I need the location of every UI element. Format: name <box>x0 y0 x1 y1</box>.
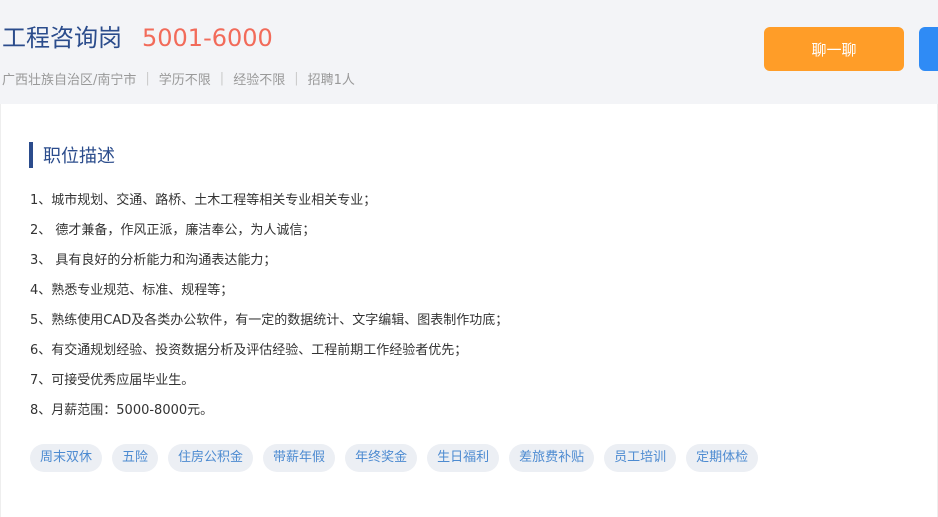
description-item: 4、熟悉专业规范、标准、规程等； <box>30 283 234 298</box>
job-content: 职位描述 1、城市规划、交通、路桥、土木工程等相关专业相关专业； 2、 德才兼备… <box>0 104 938 517</box>
meta-divider: | <box>145 70 150 86</box>
description-item: 6、有交通规划经验、投资数据分析及评估经验、工程前期工作经验者优先； <box>30 343 468 358</box>
meta-divider: | <box>294 70 299 86</box>
job-detail-page: 工程咨询岗 5001-6000 广西壮族自治区/南宁市 | 学历不限 | 经验不… <box>0 0 938 517</box>
description-item: 8、月薪范围：5000-8000元。 <box>30 403 214 418</box>
description-item: 1、城市规划、交通、路桥、土木工程等相关专业相关专业； <box>30 193 377 208</box>
job-location: 广西壮族自治区/南宁市 <box>2 72 137 88</box>
benefit-tag: 生日福利 <box>427 444 500 472</box>
description-item: 2、 德才兼备，作风正派，廉洁奉公，为人诚信； <box>30 223 316 238</box>
job-title: 工程咨询岗 <box>2 24 122 52</box>
description-list: 1、城市规划、交通、路桥、土木工程等相关专业相关专业； 2、 德才兼备，作风正派… <box>30 186 910 426</box>
job-education: 学历不限 <box>158 72 211 88</box>
benefit-tag: 年终奖金 <box>345 444 418 472</box>
benefit-tag: 住房公积金 <box>168 444 254 472</box>
description-item: 3、 具有良好的分析能力和沟通表达能力； <box>30 253 277 268</box>
section-header: 职位描述 <box>29 142 115 168</box>
benefit-tag: 带薪年假 <box>263 444 336 472</box>
description-item: 5、熟练使用CAD及各类办公软件，有一定的数据统计、文字编辑、图表制作功底； <box>30 313 509 328</box>
section-accent-bar <box>29 142 33 168</box>
job-headcount: 招聘1人 <box>307 72 355 88</box>
job-experience: 经验不限 <box>233 72 286 88</box>
meta-divider: | <box>219 70 225 86</box>
description-item: 7、可接受优秀应届毕业生。 <box>30 373 195 388</box>
job-header: 工程咨询岗 5001-6000 广西壮族自治区/南宁市 | 学历不限 | 经验不… <box>0 0 938 104</box>
benefit-tag: 定期体检 <box>686 444 759 472</box>
benefit-tag: 五险 <box>112 444 159 472</box>
salary-range: 5001-6000 <box>142 24 273 52</box>
apply-button[interactable] <box>919 27 938 71</box>
benefit-tag: 员工培训 <box>604 444 677 472</box>
benefit-tag: 周末双休 <box>30 444 103 472</box>
benefit-tags: 周末双休 五险 住房公积金 带薪年假 年终奖金 生日福利 差旅费补贴 员工培训 … <box>30 444 759 472</box>
benefit-tag: 差旅费补贴 <box>509 444 595 472</box>
section-title: 职位描述 <box>43 146 115 167</box>
job-meta: 广西壮族自治区/南宁市 | 学历不限 | 经验不限 | 招聘1人 <box>2 66 355 90</box>
chat-button[interactable]: 聊一聊 <box>764 27 904 71</box>
